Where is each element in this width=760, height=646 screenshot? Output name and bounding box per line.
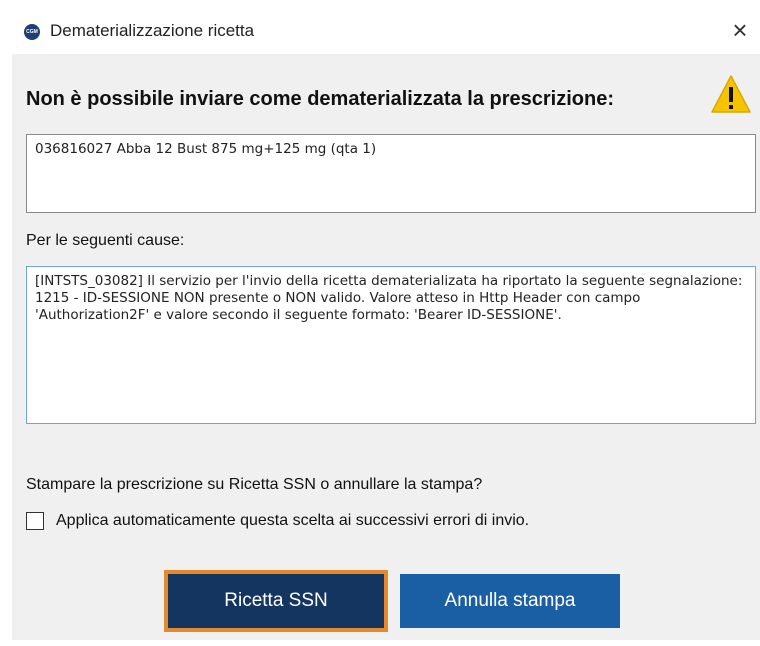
app-logo-icon: CGM [24, 24, 40, 40]
window-title: Dematerializzazione ricetta [50, 21, 255, 40]
auto-apply-checkbox[interactable] [26, 512, 44, 530]
title-bar: CGM Dematerializzazione ricetta × [12, 10, 760, 54]
warning-icon [711, 75, 751, 113]
prescription-textbox[interactable]: 036816027 Abba 12 Bust 875 mg+125 mg (qt… [26, 134, 756, 213]
causes-label: Per le seguenti cause: [26, 232, 185, 249]
auto-apply-label[interactable]: Applica automaticamente questa scelta ai… [56, 512, 529, 530]
auto-apply-option[interactable]: Applica automaticamente questa scelta ai… [26, 512, 529, 530]
dialog-window: CGM Dematerializzazione ricetta × Non è … [12, 10, 760, 640]
causes-textbox[interactable]: [INTSTS_03082] Il servizio per l'invio d… [26, 266, 756, 424]
error-heading: Non è possibile inviare come demateriali… [26, 88, 614, 110]
annulla-stampa-button[interactable]: Annulla stampa [400, 574, 620, 628]
ricetta-ssn-button[interactable]: Ricetta SSN [164, 570, 388, 632]
print-question: Stampare la prescrizione su Ricetta SSN … [26, 476, 483, 493]
close-button[interactable]: × [722, 14, 758, 48]
